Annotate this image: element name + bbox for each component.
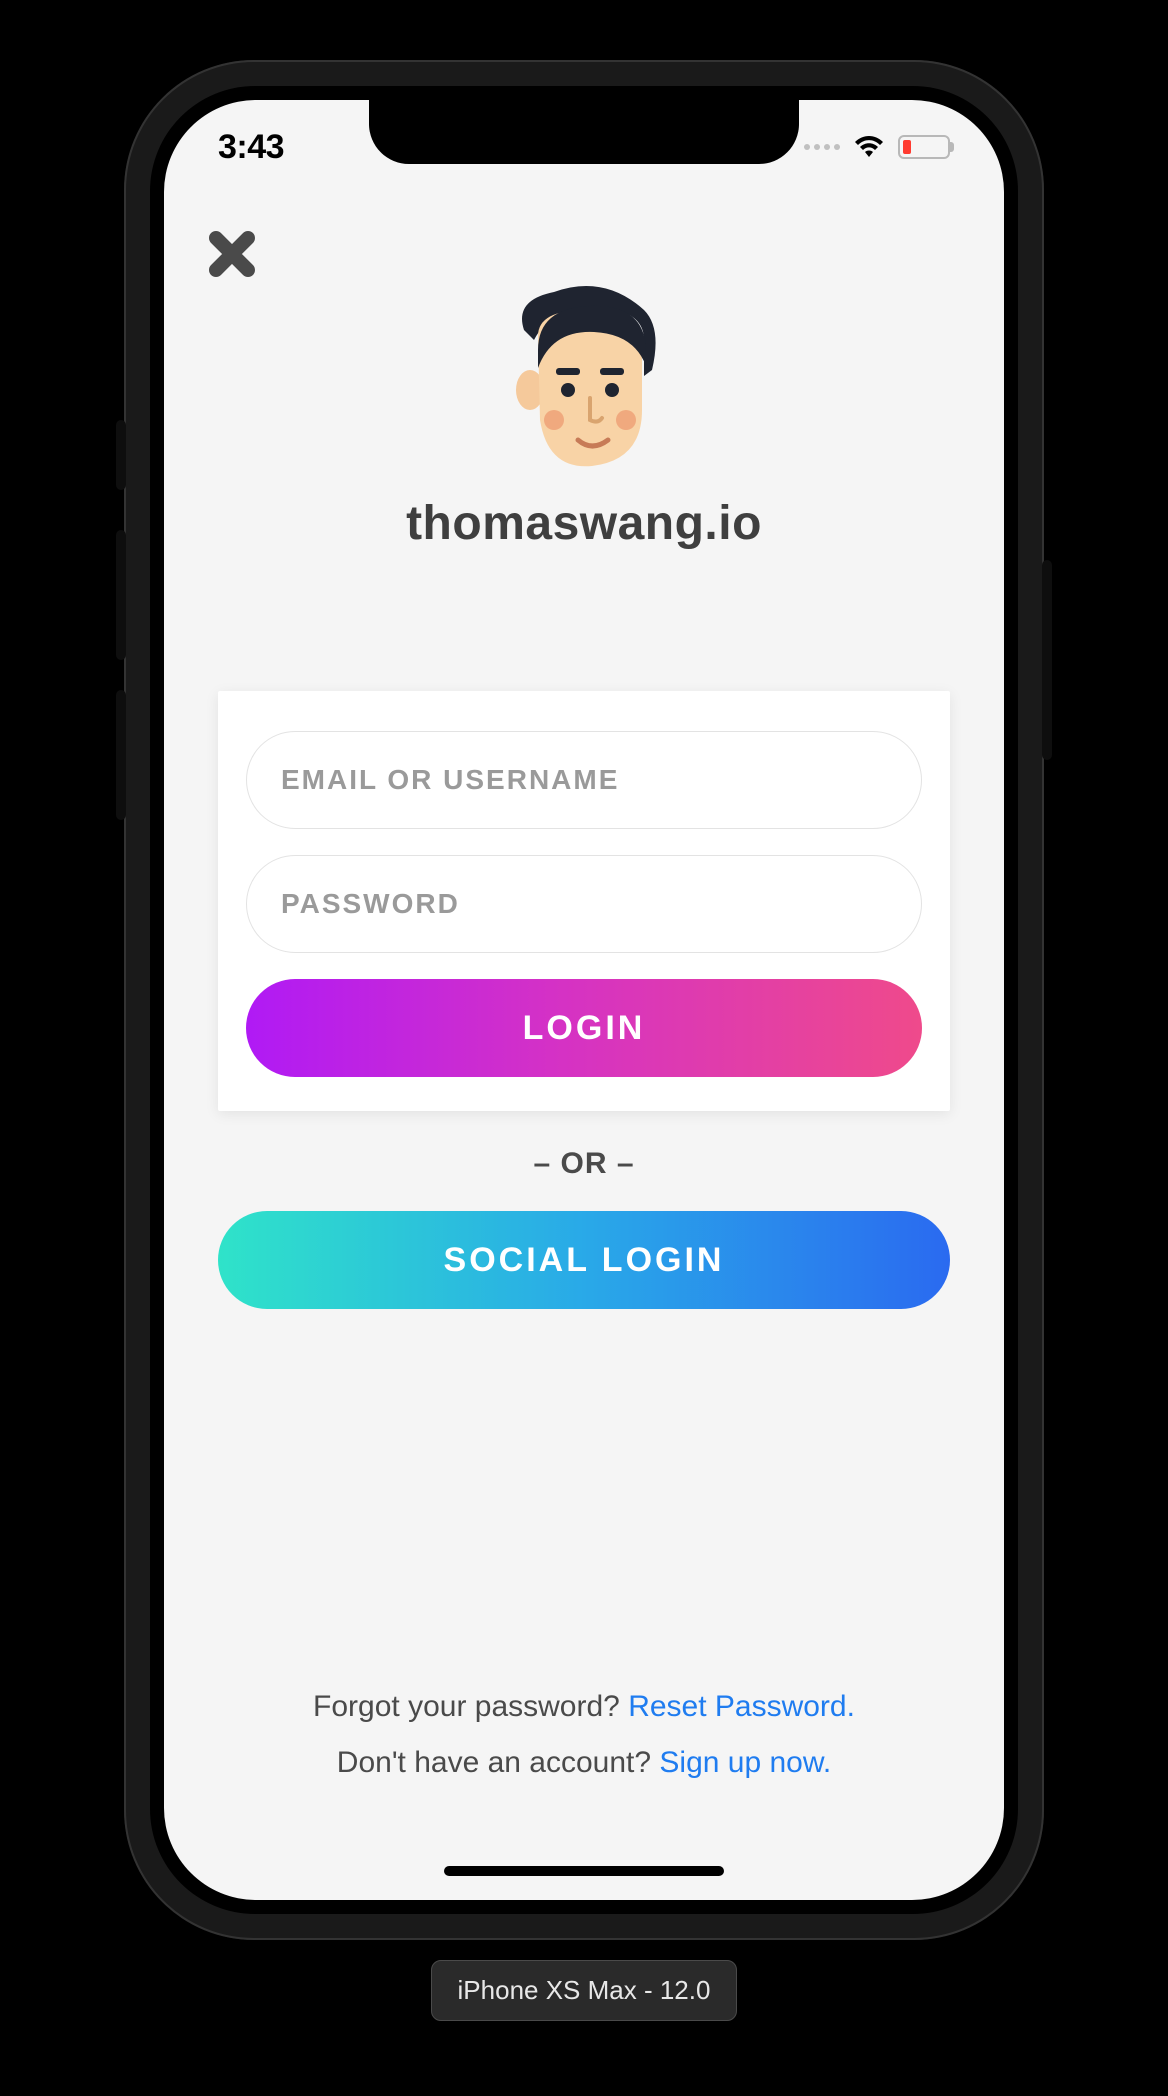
phone-frame: 3:43 (124, 60, 1044, 1940)
forgot-password-row: Forgot your password? Reset Password. (164, 1690, 1004, 1724)
battery-level-low (903, 140, 911, 154)
phone-screen: 3:43 (164, 100, 1004, 1900)
status-time: 3:43 (218, 128, 284, 167)
simulator-stage: 3:43 (0, 0, 1168, 2096)
avatar-face-icon (494, 280, 674, 480)
email-username-input[interactable] (246, 731, 922, 829)
battery-icon (898, 135, 950, 159)
avatar (494, 280, 674, 480)
phone-bezel: 3:43 (150, 86, 1018, 1914)
social-login-button[interactable]: SOCIAL LOGIN (218, 1211, 950, 1309)
signup-row: Don't have an account? Sign up now. (164, 1746, 1004, 1780)
signup-link[interactable]: Sign up now. (659, 1746, 831, 1779)
or-separator: – OR – (164, 1147, 1004, 1181)
volume-up-button (116, 530, 126, 660)
close-button[interactable] (206, 228, 258, 280)
password-input[interactable] (246, 855, 922, 953)
volume-down-button (116, 690, 126, 820)
login-card: LOGIN (218, 691, 950, 1111)
login-button[interactable]: LOGIN (246, 979, 922, 1077)
home-indicator[interactable] (444, 1866, 724, 1876)
reset-password-link[interactable]: Reset Password. (628, 1690, 855, 1723)
forgot-password-prompt: Forgot your password? (313, 1690, 628, 1723)
close-icon (206, 228, 258, 280)
power-button (1042, 560, 1052, 760)
screen-content: thomaswang.io LOGIN – OR – SOCIAL LOGIN … (164, 100, 1004, 1900)
signup-prompt: Don't have an account? (337, 1746, 660, 1779)
notch (369, 100, 799, 164)
brand-block: thomaswang.io (164, 280, 1004, 551)
mute-switch (116, 420, 126, 490)
cellular-dots-icon (804, 144, 840, 150)
brand-name: thomaswang.io (406, 496, 762, 551)
simulator-device-label: iPhone XS Max - 12.0 (431, 1960, 738, 2021)
wifi-icon (852, 135, 886, 159)
social-login-wrap: SOCIAL LOGIN (218, 1211, 950, 1309)
status-indicators (804, 135, 950, 159)
